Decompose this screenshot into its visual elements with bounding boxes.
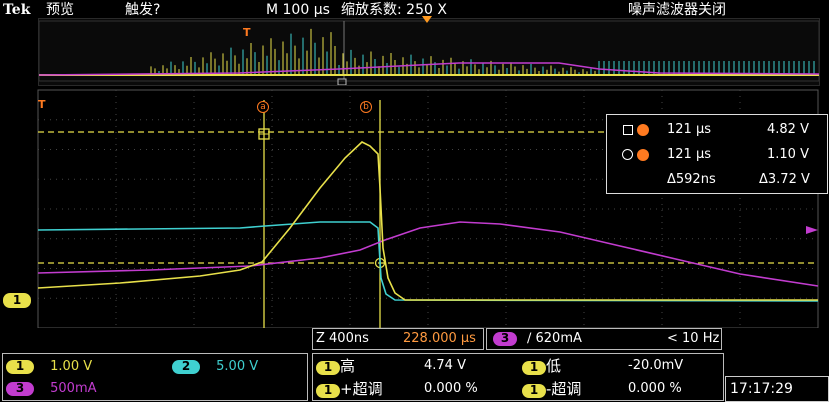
meas-channel-badge: 1 bbox=[316, 384, 340, 398]
square-cursor-icon bbox=[623, 125, 633, 135]
cursor-b-marker[interactable]: b bbox=[360, 101, 372, 113]
measurement-neg-overshoot-value: 0.000 % bbox=[628, 381, 682, 396]
measurement-low[interactable]: 1低 bbox=[522, 357, 561, 377]
ch1-scale[interactable]: 1 1.00 V bbox=[6, 358, 92, 376]
measurement-pos-overshoot-value: 0.000 % bbox=[424, 381, 478, 396]
cursor-time: 121 µs bbox=[667, 147, 711, 162]
measurement-low-value: -20.0mV bbox=[628, 358, 684, 373]
meas-name: -超调 bbox=[546, 380, 582, 398]
ch1-scale-value: 1.00 V bbox=[50, 359, 93, 374]
delta-time: Δ592ns bbox=[667, 172, 716, 187]
timebase-readout: M 100 µs bbox=[266, 2, 330, 18]
circle-cursor-icon bbox=[622, 149, 633, 160]
status-bar: Tek 预览 触发? M 100 µs 缩放系数: 250 X 噪声滤波器关闭 bbox=[0, 0, 829, 20]
trigger-position-icon bbox=[422, 16, 432, 23]
ch2-scale-value: 5.00 V bbox=[216, 359, 259, 374]
ch2-badge: 2 bbox=[172, 360, 200, 374]
overview-trigger-marker: T bbox=[243, 26, 251, 39]
trigger-state: 触发? bbox=[125, 2, 161, 18]
cursor-readout-panel: 121 µs 4.82 V 121 µs 1.10 V Δ592ns Δ3.72… bbox=[606, 114, 828, 194]
cursor-delta-row: Δ592ns Δ3.72 V bbox=[607, 170, 827, 190]
ch3-scale[interactable]: 3 500mA bbox=[6, 380, 97, 398]
cursor-row-2: 121 µs 1.10 V bbox=[607, 145, 827, 165]
ch3-badge: 3 bbox=[6, 382, 34, 396]
trigger-frequency: < 10 Hz bbox=[667, 331, 720, 346]
cursor-row-1: 121 µs 4.82 V bbox=[607, 120, 827, 140]
cursor-source-icon bbox=[637, 124, 649, 136]
cursor-value: 1.10 V bbox=[767, 147, 809, 162]
meas-channel-badge: 1 bbox=[522, 361, 546, 375]
measurement-high[interactable]: 1高 bbox=[316, 357, 355, 377]
cursor-a-marker[interactable]: a bbox=[257, 101, 269, 113]
acquisition-mode: 预览 bbox=[46, 2, 74, 18]
zoom-timebase-bar: Z 400ns 228.000 µs 3 ∕ 620mA < 10 Hz bbox=[312, 328, 722, 350]
zoom-scale: Z 400ns bbox=[316, 331, 369, 346]
trigger-readout[interactable]: 3 ∕ 620mA < 10 Hz bbox=[486, 328, 722, 350]
ch1-ground-marker[interactable]: 1 bbox=[3, 293, 31, 308]
clock-readout: 17:17:29 bbox=[725, 376, 829, 402]
trigger-marker: T bbox=[38, 98, 46, 111]
zoom-readout[interactable]: Z 400ns 228.000 µs bbox=[312, 328, 484, 350]
cursor-source-icon bbox=[637, 149, 649, 161]
delta-value: Δ3.72 V bbox=[759, 172, 810, 187]
measurement-neg-overshoot[interactable]: 1 -超调 bbox=[522, 380, 581, 400]
meas-name: 高 bbox=[340, 357, 356, 375]
cursor-time: 121 µs bbox=[667, 122, 711, 137]
measurement-pos-overshoot[interactable]: 1 +超调 bbox=[316, 380, 383, 400]
meas-channel-badge: 1 bbox=[316, 361, 340, 375]
ch3-scale-value: 500mA bbox=[50, 381, 97, 396]
cursor-value: 4.82 V bbox=[767, 122, 809, 137]
zoom-position: 228.000 µs bbox=[403, 331, 476, 346]
brand-logo: Tek bbox=[3, 2, 31, 18]
meas-name: +超调 bbox=[340, 380, 383, 398]
trigger-level: ∕ 620mA bbox=[527, 331, 582, 346]
overview-waveform[interactable] bbox=[38, 18, 820, 86]
meas-name: 低 bbox=[546, 357, 562, 375]
meas-channel-badge: 1 bbox=[522, 384, 546, 398]
ch2-scale[interactable]: 2 5.00 V bbox=[172, 358, 258, 376]
trigger-channel-badge: 3 bbox=[493, 332, 517, 346]
measurement-high-value: 4.74 V bbox=[424, 358, 466, 373]
noise-filter-status: 噪声滤波器关闭 bbox=[628, 2, 726, 18]
ch1-badge: 1 bbox=[6, 360, 34, 374]
